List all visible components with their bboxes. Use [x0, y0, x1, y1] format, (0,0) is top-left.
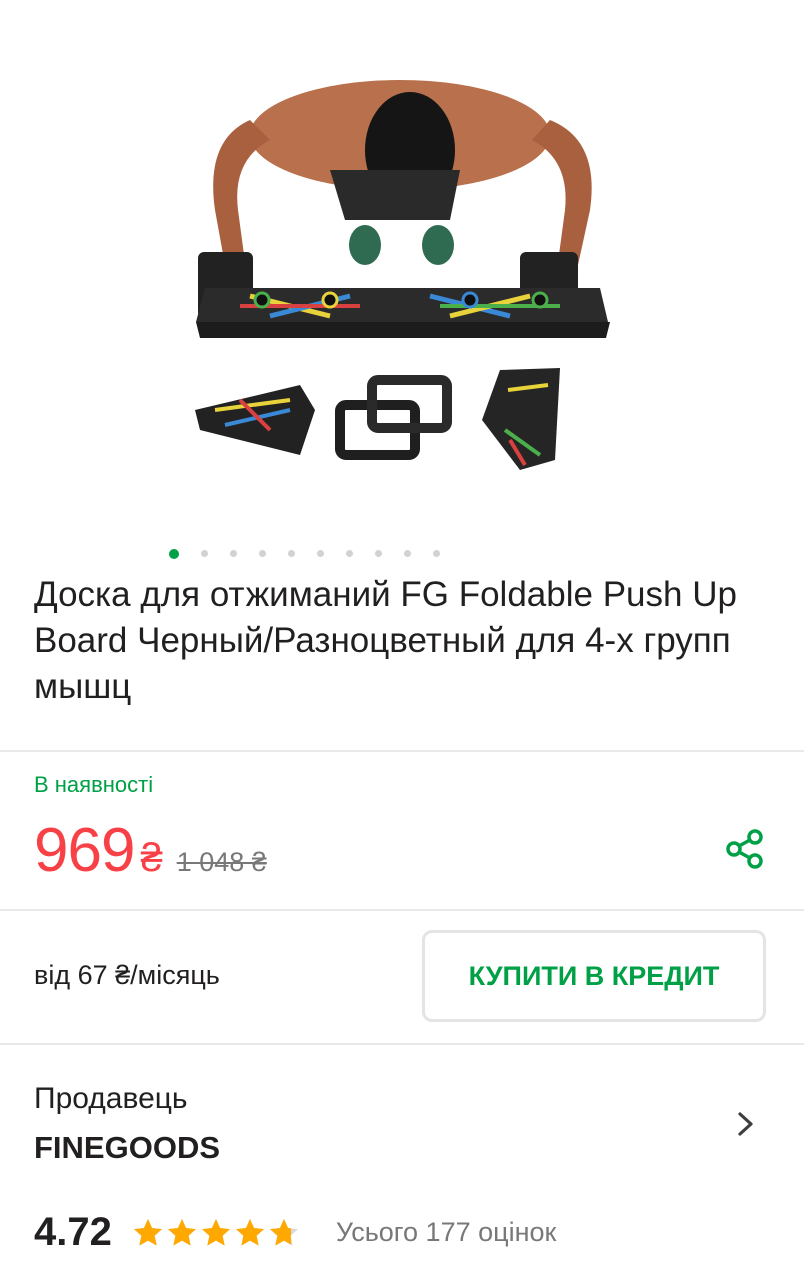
divider: [0, 909, 804, 911]
gallery-dot[interactable]: [432, 550, 440, 557]
price-currency: ₴: [140, 836, 163, 880]
gallery-dot[interactable]: [200, 550, 208, 557]
chevron-right-icon[interactable]: [732, 1106, 760, 1142]
product-photo: [0, 0, 804, 540]
gallery-dot[interactable]: [403, 550, 411, 557]
current-price: 969: [34, 816, 135, 885]
star-icon: [167, 1218, 196, 1246]
gallery-dot[interactable]: [229, 550, 237, 557]
star-icon: [269, 1218, 298, 1246]
reviews-count[interactable]: Усього 177 оцінок: [336, 1217, 556, 1248]
rating-stars: [132, 1217, 300, 1249]
product-image-gallery[interactable]: [0, 0, 804, 540]
gallery-dot-active[interactable]: [168, 549, 179, 559]
rating-score: 4.72: [34, 1210, 112, 1254]
gallery-dot[interactable]: [316, 550, 324, 557]
price-block: 969 ₴ 1 048 ₴: [34, 815, 267, 886]
gallery-dot[interactable]: [258, 550, 266, 557]
buy-on-credit-button[interactable]: КУПИТИ В КРЕДИТ: [422, 930, 766, 1022]
gallery-dot[interactable]: [287, 550, 295, 557]
old-price: 1 048 ₴: [176, 847, 267, 877]
rating-block[interactable]: 4.72 Усього 177 оцінок: [34, 1210, 556, 1255]
star-icon: [133, 1218, 162, 1246]
star-icon: [201, 1218, 230, 1246]
product-title: Доска для отжиманий FG Foldable Push Up …: [34, 575, 737, 706]
share-icon: [726, 829, 763, 869]
divider: [0, 1043, 804, 1045]
gallery-pagination[interactable]: [0, 549, 706, 559]
seller-name: FINEGOODS: [34, 1130, 221, 1165]
gallery-dot[interactable]: [345, 550, 353, 557]
credit-monthly-payment: від 67 ₴/місяць: [34, 960, 220, 990]
star-icon: [235, 1218, 264, 1246]
share-button[interactable]: [722, 826, 768, 872]
gallery-dot[interactable]: [374, 550, 382, 557]
availability-status: В наявності: [34, 772, 154, 797]
divider: [0, 750, 804, 752]
seller-label: Продавець: [34, 1082, 188, 1115]
